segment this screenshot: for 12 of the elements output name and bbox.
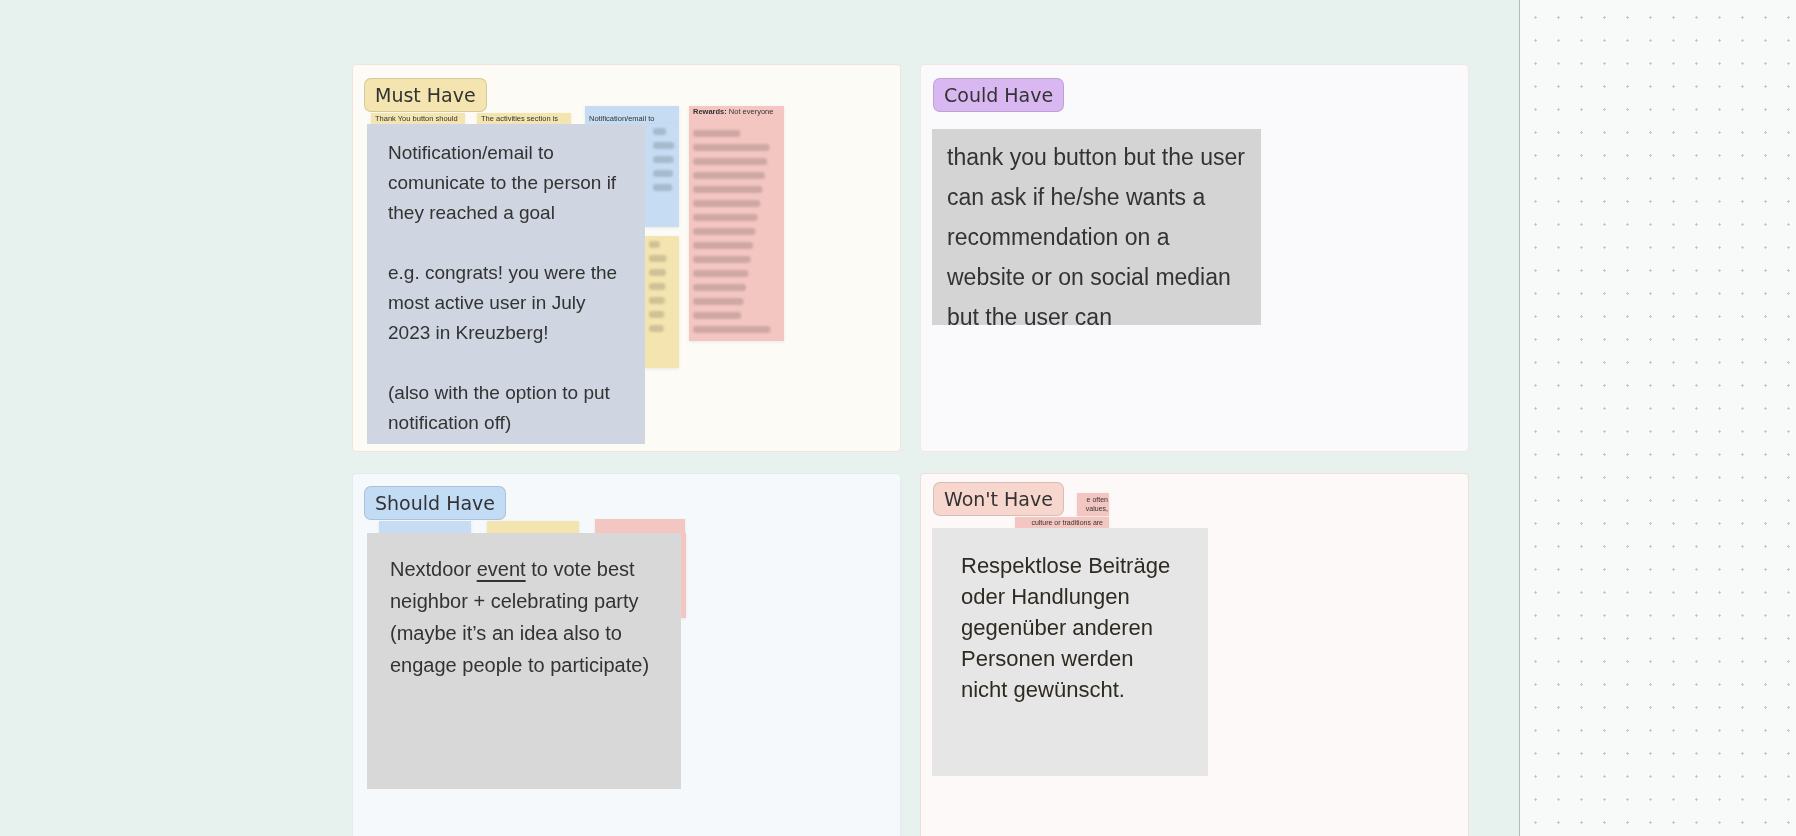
sticky-note-text[interactable]: Nextdoor event to vote best neighbor + celebrating party (maybe it’s an idea also to engage people to participate) — [367, 533, 681, 789]
section-label: Could Have — [933, 78, 1065, 112]
sticky-note[interactable] — [595, 519, 685, 533]
sticky-note-text[interactable]: Respektlose Beiträge oder Handlungen gegenüber anderen Personen werden nicht gewünscht. — [932, 528, 1208, 776]
sticky-note[interactable] — [379, 521, 471, 533]
section-label: Won't Have — [933, 482, 1064, 516]
sticky-note[interactable] — [645, 236, 679, 368]
sticky-note-text[interactable]: Notification/email to comunicate to the person if they reached a goal e.g. congrats! you were the most active user in July 2023 in Kreuzberg! (also with the option to put notification off) — [367, 124, 645, 444]
section-label: Must Have — [364, 78, 487, 112]
sticky-note-text[interactable]: thank you button but the user can ask if he/she wants a recommendation on a website or on social median but the user can — [932, 129, 1261, 325]
sticky-note[interactable] — [487, 521, 579, 533]
section-label: Should Have — [364, 486, 506, 520]
